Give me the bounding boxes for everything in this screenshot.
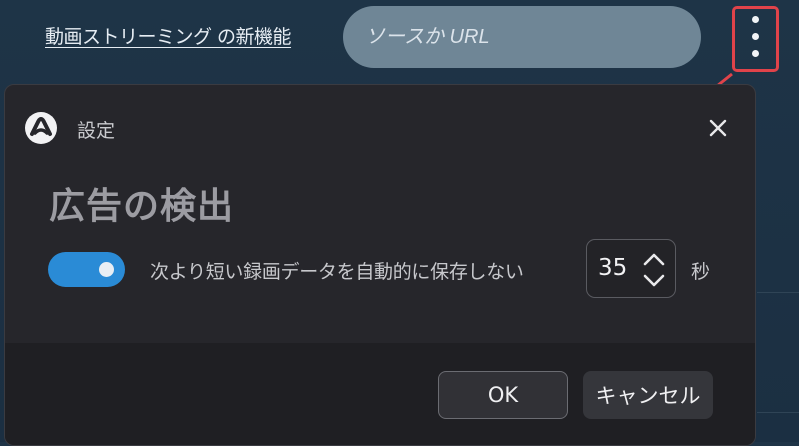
stepper-arrows: [643, 253, 665, 287]
source-url-input[interactable]: [343, 6, 701, 68]
cancel-button[interactable]: キャンセル: [583, 371, 713, 419]
chevron-down-icon: [643, 274, 665, 287]
section-heading: 広告の検出: [49, 186, 235, 227]
toggle-knob: [99, 262, 114, 277]
auto-skip-toggle[interactable]: [48, 252, 125, 287]
app-logo-icon: [25, 112, 57, 144]
chevron-up-icon: [643, 253, 665, 266]
setting-label: 次より短い録画データを自動的に保存しない: [150, 261, 524, 283]
new-feature-link[interactable]: 動画ストリーミング の新機能: [45, 22, 292, 49]
seconds-unit-label: 秒: [691, 261, 711, 283]
settings-dialog: 設定 広告の検出 次より短い録画データを自動的に保存しない 35 秒 OK キャ…: [4, 84, 756, 446]
close-icon[interactable]: [705, 115, 731, 141]
background-divider: [757, 412, 799, 413]
ok-button[interactable]: OK: [438, 371, 568, 419]
seconds-stepper[interactable]: 35: [586, 239, 676, 298]
dialog-title: 設定: [77, 120, 116, 142]
kebab-menu-icon[interactable]: [745, 12, 767, 64]
background-divider: [757, 292, 799, 293]
seconds-value: 35: [598, 255, 628, 281]
